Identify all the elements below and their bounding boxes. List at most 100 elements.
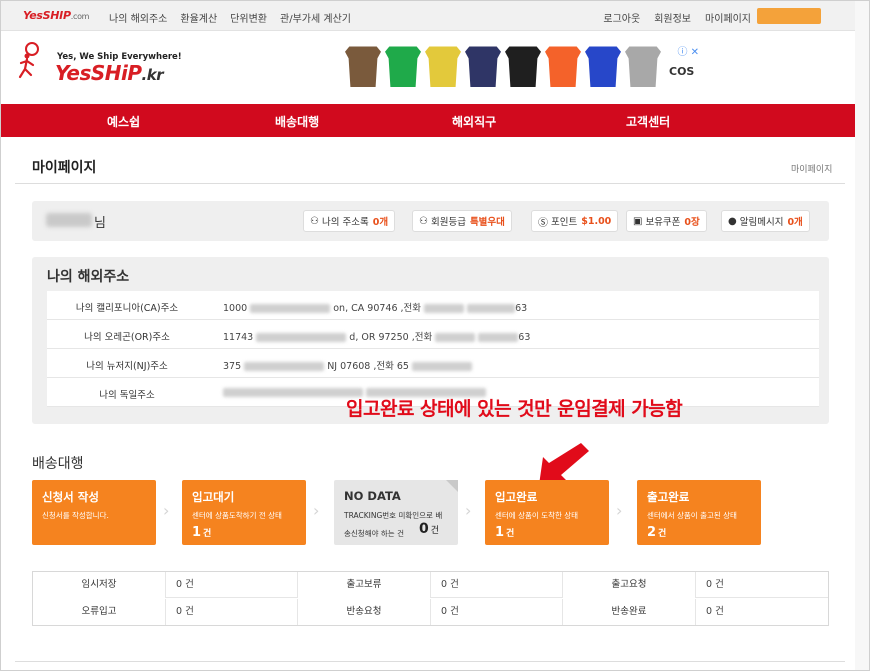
card-count-unit: 건 (506, 529, 515, 539)
user-stat-pill[interactable]: ● 알림메시지 0개 (721, 210, 810, 232)
pill-label: 알림메시지 (739, 217, 784, 228)
step-chevron-icon: › (313, 501, 320, 520)
ad-close-icon[interactable]: ⓘ ✕ (677, 43, 699, 58)
status-label: 임시저장 (33, 572, 166, 598)
top-link-exchange[interactable]: 환율계산 (180, 10, 217, 25)
mypage-link[interactable]: 마이페이지 (705, 10, 751, 25)
delivery-step-card[interactable]: 입고완료센터에 상품이 도착한 상태 1 건 (485, 480, 609, 545)
top-logo-suffix: .com (70, 12, 90, 21)
address-value[interactable]: 375 NJ 07608 ,전화 65 (223, 358, 473, 372)
status-value[interactable]: 0 건 (166, 572, 298, 598)
status-label: 출고요청 (563, 572, 696, 598)
blurred-text (467, 304, 516, 313)
address-table: 나의 캘리포니아(CA)주소 1000 on, CA 90746 ,전화 63 나의… (47, 291, 819, 407)
user-stat-pill[interactable]: Ⓢ 포인트 $1.00 (531, 210, 619, 232)
user-stat-pill[interactable]: ⚇ 회원등급 특별우대 (412, 210, 512, 232)
card-count-value: 1 (495, 525, 505, 540)
nav-item-direct-buy[interactable]: 해외직구 (452, 113, 496, 130)
card-description: 센터에 상품도착하기 전 상태 (192, 511, 282, 520)
user-stat-pill[interactable]: ▣ 보유쿠폰 0장 (626, 210, 707, 232)
divider (15, 661, 845, 662)
nav-item-yesship[interactable]: 예스쉽 (107, 113, 140, 130)
browser-frame: YesSHIP.com 나의 해외주소 환율계산 단위변환 관/부가세 계산기 … (0, 0, 870, 671)
delivery-step-card[interactable]: NO DATA TRACKING번호 미확인으로 배 송신청해야 하는 건 0건 (334, 480, 458, 545)
address-part: 375 (223, 361, 242, 372)
pill-value: 0장 (684, 217, 700, 228)
card-count-unit: 건 (658, 529, 667, 539)
logo-runner-icon[interactable] (17, 41, 43, 79)
nav-item-support[interactable]: 고객센터 (626, 113, 670, 130)
blurred-text (250, 304, 331, 313)
ad-product-image[interactable] (505, 43, 541, 87)
top-bar: YesSHIP.com 나의 해외주소 환율계산 단위변환 관/부가세 계산기 … (1, 1, 869, 31)
page-title: 마이페이지 (32, 160, 97, 176)
pill-label: 나의 주소록 (321, 217, 369, 228)
status-label: 반송요청 (298, 599, 431, 625)
card-count-value: 0 (419, 521, 429, 537)
site-logo[interactable]: YesSHiP.kr (55, 61, 164, 85)
delivery-step-card[interactable]: 출고완료 센터에서 상품이 출고된 상태 2 건 (637, 480, 761, 545)
address-part: 11743 (223, 332, 254, 343)
card-description: 신청서를 작성합니다. (42, 511, 109, 520)
status-label: 반송완료 (563, 599, 696, 625)
user-stat-pill[interactable]: ⚇ 나의 주소록 0개 (303, 210, 396, 232)
ad-brand-label[interactable]: COS (669, 65, 694, 78)
ad-product-image[interactable] (465, 43, 501, 87)
delivery-step-card[interactable]: 신청서 작성신청서를 작성합니다. (32, 480, 156, 545)
blurred-text (244, 362, 325, 371)
ad-banner[interactable]: COS ⓘ ✕ (345, 43, 701, 93)
card-title: 신청서 작성 (42, 490, 99, 504)
blurred-text (478, 333, 519, 342)
card-count-unit: 건 (203, 529, 212, 539)
address-part: on, CA 90746 ,전화 (333, 303, 422, 314)
address-label: 나의 캘리포니아(CA)주소 (75, 303, 179, 314)
top-link-address[interactable]: 나의 해외주소 (109, 10, 167, 25)
card-count: 1건 (192, 525, 211, 540)
address-row: 나의 뉴저지(NJ)주소 375 NJ 07608 ,전화 65 (47, 349, 819, 378)
user-name-suffix: 님 (94, 216, 106, 231)
step-chevron-icon: › (163, 501, 170, 520)
ad-product-image[interactable] (345, 43, 381, 87)
top-link-unit[interactable]: 단위변환 (230, 10, 267, 25)
ad-product-image[interactable] (545, 43, 581, 87)
ad-product-image[interactable] (625, 43, 661, 87)
member-info-link[interactable]: 회원정보 (654, 10, 691, 25)
pill-label: 회원등급 (430, 217, 466, 228)
pill-icon: ⚇ (419, 215, 428, 227)
delivery-step-card[interactable]: 입고대기 센터에 상품도착하기 전 상태 1 건 (182, 480, 306, 545)
pill-icon: ▣ (633, 215, 643, 227)
address-row: 나의 오레곤(OR)주소 11743 d, OR 97250 ,전화 63 (47, 320, 819, 349)
status-value[interactable]: 0 건 (166, 599, 298, 625)
site-logo-kr: .kr (141, 66, 164, 84)
step-chevron-icon: › (616, 501, 623, 520)
pill-icon: ● (728, 215, 737, 227)
blurred-user-badge[interactable] (757, 8, 821, 24)
top-logo[interactable]: YesSHIP.com (23, 9, 89, 22)
status-value[interactable]: 0 건 (696, 599, 828, 625)
card-description: 센터에 상품이 도착한 상태 (495, 511, 579, 520)
status-value[interactable]: 0 건 (431, 572, 563, 598)
card-count: 0건 (419, 521, 439, 537)
user-name-blurred (46, 213, 92, 227)
breadcrumb[interactable]: 마이페이지 (791, 162, 832, 175)
top-link-tax[interactable]: 관/부가세 계산기 (280, 10, 351, 25)
top-logo-text: YesSHIP (23, 9, 71, 22)
blurred-text (256, 333, 347, 342)
blurred-text (412, 362, 473, 371)
step-chevron-icon: › (465, 501, 472, 520)
nav-item-delivery[interactable]: 배송대행 (275, 113, 319, 130)
status-value[interactable]: 0 건 (696, 572, 828, 598)
logout-link[interactable]: 로그아웃 (603, 10, 640, 25)
status-label: 오류입고 (33, 599, 166, 625)
scrollbar[interactable] (855, 1, 869, 670)
status-value[interactable]: 0 건 (431, 599, 563, 625)
address-value[interactable]: 11743 d, OR 97250 ,전화 63 (223, 329, 530, 343)
ad-product-image[interactable] (425, 43, 461, 87)
ad-product-image[interactable] (585, 43, 621, 87)
pill-label: 포인트 (551, 217, 578, 228)
card-title: 입고완료 (495, 490, 538, 504)
address-value[interactable]: 1000 on, CA 90746 ,전화 63 (223, 300, 527, 314)
card-description: TRACKING번호 미확인으로 배 (344, 511, 443, 520)
ad-product-image[interactable] (385, 43, 421, 87)
pill-label: 보유쿠폰 (645, 217, 681, 228)
